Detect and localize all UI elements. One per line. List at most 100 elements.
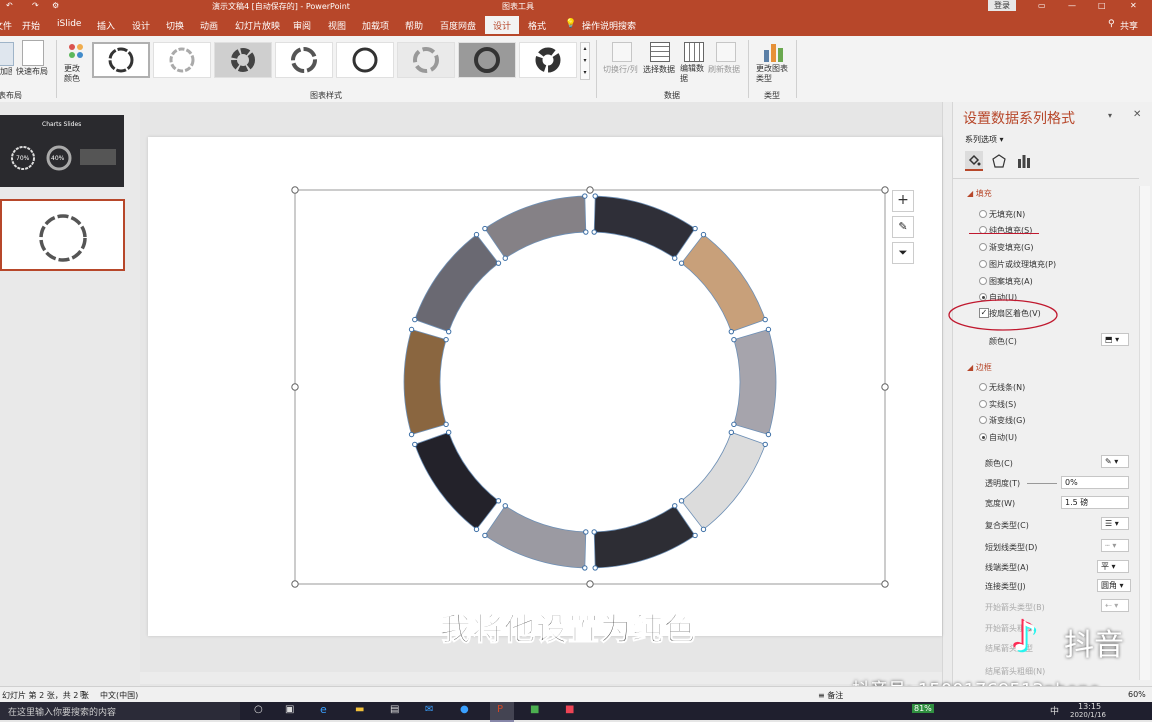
no-fill-radio[interactable] [979,210,987,218]
segment-2-point-handle-4[interactable] [678,260,685,266]
segment-9-point-handle-3[interactable] [495,260,502,266]
select-data-button[interactable]: 选择数据 [643,64,675,75]
redo-icon[interactable]: ↷ [32,1,39,10]
segment-9-point-handle-2[interactable] [473,231,480,238]
segment-5-point-handle-2[interactable] [592,565,598,571]
tab-islide[interactable]: iSlide [57,19,81,29]
clock-date[interactable]: 2020/1/16 [1070,711,1106,719]
segment-7-point-handle-1[interactable] [473,526,480,533]
fill-line-tab-icon[interactable] [965,151,983,171]
tab-addins[interactable]: 加载项 [362,19,389,32]
app-icon-red[interactable]: ■ [565,704,574,715]
tab-slideshow[interactable]: 幻灯片放映 [235,19,280,32]
chart-elements-button[interactable]: + [892,190,914,212]
chart-resize-handle[interactable] [881,383,889,391]
segment-4-point-handle-3[interactable] [678,498,685,504]
pane-scrollbar[interactable] [1139,186,1150,680]
chart-resize-handle[interactable] [586,580,594,588]
switch-row-col-button[interactable]: 切换行/列 [603,64,638,75]
auto-line-radio[interactable] [979,433,987,441]
customize-qat-icon[interactable]: ⚙ [52,1,59,10]
tab-chart-design[interactable]: 设计 [485,16,520,34]
clock-time[interactable]: 13:15 [1078,702,1101,711]
series-options-tab-icon[interactable] [1016,153,1032,169]
segment-3-point-handle-3[interactable] [731,421,737,428]
tab-file[interactable]: 文件 [0,19,12,32]
segment-10-point-handle-4[interactable] [502,255,508,261]
segment-1-point-handle-3[interactable] [672,255,678,261]
segment-4-point-handle-2[interactable] [700,526,707,533]
donut-segment-8[interactable] [403,328,447,436]
donut-segment-4[interactable] [680,431,766,530]
edge-icon[interactable]: e [320,703,327,716]
fill-color-picker[interactable]: ⬒ ▾ [1101,333,1129,346]
segment-4-point-handle-4[interactable] [728,429,735,436]
segment-8-point-handle-4[interactable] [443,421,449,428]
chart-styles-brush-icon[interactable]: ✎ [892,216,914,238]
zoom-level[interactable]: 60% [1128,690,1146,699]
chart-resize-handle[interactable] [291,186,299,194]
segment-6-point-handle-4[interactable] [583,529,589,535]
tab-insert[interactable]: 插入 [97,19,115,32]
pattern-fill-radio[interactable] [979,277,987,285]
donut-segment-1[interactable] [593,195,696,259]
tab-transitions[interactable]: 切换 [166,19,184,32]
chart-style-3[interactable] [214,42,272,78]
picture-fill-radio[interactable] [979,260,987,268]
donut-segment-7[interactable] [414,431,500,530]
segment-2-point-handle-3[interactable] [728,328,735,335]
tab-home[interactable]: 开始 [22,19,40,32]
chart-style-4[interactable] [275,42,333,78]
donut-segment-10[interactable] [484,195,587,259]
edit-data-icon[interactable] [684,42,704,62]
chart-resize-handle[interactable] [881,580,889,588]
segment-10-point-handle-3[interactable] [583,229,589,235]
join-type-dropdown[interactable]: 圆角 ▾ [1097,579,1131,592]
chart-resize-handle[interactable] [291,383,299,391]
segment-2-point-handle-1[interactable] [700,231,707,238]
search-icon[interactable]: ○ [254,704,263,715]
series-options-dropdown[interactable]: 系列选项 ▾ [965,134,1004,145]
segment-6-point-handle-2[interactable] [482,532,488,539]
segment-9-point-handle-4[interactable] [445,328,452,335]
segment-6-point-handle-3[interactable] [502,503,508,509]
dash-type-dropdown[interactable]: ┄ ▾ [1101,539,1129,552]
notes-button[interactable]: ≡ 备注 [818,690,843,701]
width-input[interactable]: 1.5 磅 [1061,496,1129,509]
maximize-icon[interactable]: □ [1098,1,1106,10]
quick-layout-icon[interactable] [22,40,44,66]
donut-segment-3[interactable] [733,328,777,436]
ribbon-display-icon[interactable]: ▭ [1038,1,1046,10]
add-chart-element-icon[interactable] [0,42,14,66]
quick-layout-button[interactable]: 快速布局 [16,66,48,77]
chart-resize-handle[interactable] [291,580,299,588]
tell-me-search[interactable]: 操作说明搜索 [582,19,636,32]
battery-indicator[interactable]: 81% [912,704,934,713]
segment-9-point-handle-1[interactable] [412,316,418,323]
donut-segment-5[interactable] [593,505,696,569]
mail-icon[interactable]: ✉ [425,704,433,715]
donut-segment-2[interactable] [680,234,766,333]
chart-style-5[interactable] [336,42,394,78]
chart-resize-handle[interactable] [881,186,889,194]
powerpoint-taskbar-button[interactable]: P [490,702,514,722]
tab-design[interactable]: 设计 [132,19,150,32]
solid-line-radio[interactable] [979,400,987,408]
refresh-data-button[interactable]: 刷新数据 [708,64,740,75]
segment-7-point-handle-3[interactable] [445,429,452,436]
segment-5-point-handle-1[interactable] [692,532,698,539]
segment-8-point-handle-1[interactable] [408,431,415,438]
chart-resize-handle[interactable] [586,186,594,194]
undo-icon[interactable]: ↶ [6,1,13,10]
fill-section-header[interactable]: ◢ 填充 [967,188,992,199]
share-icon[interactable]: ⚲ [1108,19,1115,29]
no-line-radio[interactable] [979,383,987,391]
segment-10-point-handle-1[interactable] [482,225,488,232]
file-explorer-icon[interactable]: ▬ [355,704,364,715]
donut-segment-9[interactable] [414,234,500,333]
edit-data-button[interactable]: 编辑数据 [680,64,706,84]
segment-3-point-handle-2[interactable] [765,431,772,438]
share-button[interactable]: 共享 [1120,19,1138,32]
tab-help[interactable]: 帮助 [405,19,423,32]
border-section-header[interactable]: ◢ 边框 [967,362,992,373]
